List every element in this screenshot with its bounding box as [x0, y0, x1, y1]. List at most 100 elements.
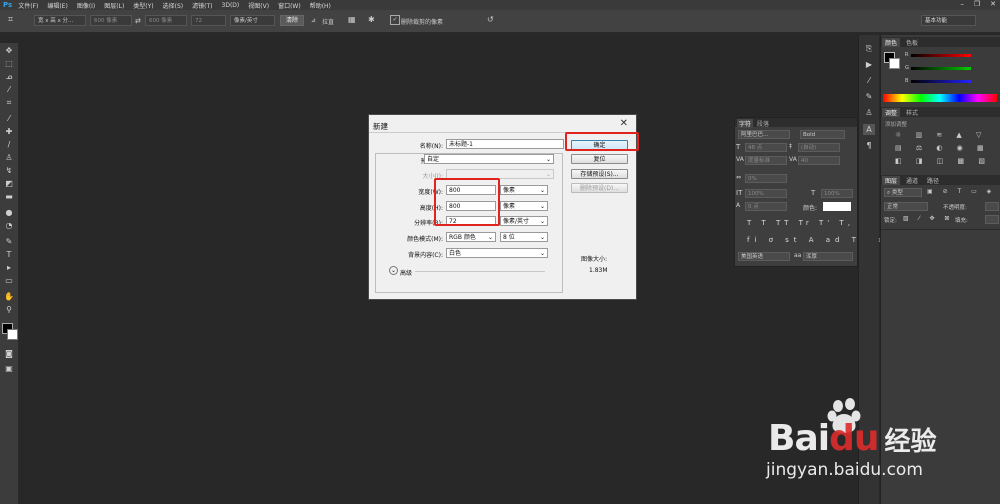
- minimize-button[interactable]: –: [960, 0, 964, 8]
- clone-source-icon[interactable]: ♙: [863, 107, 875, 118]
- close-window-button[interactable]: ✕: [990, 0, 996, 8]
- color-spectrum-ramp[interactable]: [883, 94, 997, 102]
- history-panel-icon[interactable]: ⎘: [863, 43, 875, 54]
- stamp-tool-icon[interactable]: ♙: [3, 152, 15, 163]
- type-tool-icon[interactable]: T: [3, 249, 15, 260]
- red-slider[interactable]: [911, 54, 971, 57]
- crop-height-input[interactable]: 600 像素: [145, 15, 187, 26]
- path-select-tool-icon[interactable]: ▸: [3, 262, 15, 273]
- crop-unit-select[interactable]: 像素/英寸: [230, 15, 275, 26]
- dodge-tool-icon[interactable]: ◔: [3, 220, 15, 231]
- crop-resolution-input[interactable]: 72: [191, 15, 226, 26]
- eraser-tool-icon[interactable]: ◩: [3, 178, 15, 189]
- fill-input[interactable]: [985, 215, 999, 224]
- menu-layer[interactable]: 图层(L): [104, 1, 124, 10]
- opacity-input[interactable]: [985, 202, 999, 211]
- horizontal-scale-input[interactable]: 100%: [821, 189, 853, 198]
- menu-edit[interactable]: 编辑(E): [47, 1, 67, 10]
- menu-help[interactable]: 帮助(H): [310, 1, 331, 10]
- tab-paragraph[interactable]: 段落: [757, 119, 769, 128]
- height-unit-select[interactable]: 像素 ⌄: [500, 201, 548, 211]
- text-color-swatch[interactable]: [823, 202, 851, 211]
- blur-tool-icon[interactable]: ●: [3, 207, 15, 218]
- tab-swatches[interactable]: 色板: [903, 38, 921, 47]
- reset-icon[interactable]: ↺: [487, 15, 494, 24]
- lock-icons[interactable]: ▨ ⁄ ✥ ⊠: [903, 215, 953, 222]
- width-unit-select[interactable]: 像素 ⌄: [500, 185, 548, 195]
- preset-select[interactable]: 自定 ⌄: [424, 154, 554, 164]
- workspace-select[interactable]: 基本功能: [921, 15, 976, 26]
- grid-overlay-icon[interactable]: ▦: [348, 15, 356, 24]
- bit-depth-select[interactable]: 8 位 ⌄: [500, 232, 548, 242]
- green-slider[interactable]: [911, 67, 971, 70]
- clear-button[interactable]: 清除: [280, 15, 304, 26]
- leading-input[interactable]: (自动): [798, 143, 840, 152]
- tab-color[interactable]: 颜色: [882, 38, 901, 47]
- eyedropper-tool-icon[interactable]: ⁄: [3, 113, 15, 124]
- baseline-input[interactable]: 0 点: [745, 202, 787, 211]
- crop-preset-select[interactable]: 宽 x 高 x 分...: [34, 15, 86, 26]
- menu-filter[interactable]: 滤镜(T): [192, 1, 212, 10]
- tab-paths[interactable]: 路径: [924, 176, 942, 185]
- straighten-icon[interactable]: ⊿: [311, 17, 316, 24]
- panel-background-swatch[interactable]: [889, 58, 900, 69]
- menu-image[interactable]: 图像(I): [77, 1, 95, 10]
- tsume-input[interactable]: 0%: [745, 174, 787, 183]
- layer-filter-icons[interactable]: ▣ ⊘ T ▭ ◈: [927, 188, 995, 195]
- brush-tool-icon[interactable]: /: [3, 139, 15, 150]
- move-tool-icon[interactable]: ✥: [3, 45, 15, 56]
- brush-panel-icon[interactable]: ⁄: [863, 75, 875, 86]
- menu-file[interactable]: 文件(F): [18, 1, 38, 10]
- language-select[interactable]: 美国英语: [738, 252, 790, 261]
- save-preset-button[interactable]: 存储预设(S)...: [571, 169, 628, 179]
- resolution-unit-select[interactable]: 像素/英寸 ⌄: [500, 216, 548, 226]
- color-mode-select[interactable]: RGB 颜色 ⌄: [446, 232, 496, 242]
- tab-channels[interactable]: 通道: [903, 176, 921, 185]
- tab-layers[interactable]: 图层: [882, 176, 901, 185]
- font-family-select[interactable]: 阿里巴巴...: [738, 130, 790, 139]
- background-select[interactable]: 白色 ⌄: [446, 248, 548, 258]
- blue-slider[interactable]: [911, 80, 971, 83]
- adjustment-icons-row3[interactable]: ◧ ◨ ◫ ▩ ▧: [895, 157, 991, 165]
- adjustment-icons-row1[interactable]: ☼ ▥ ≋ ▲ ▽: [895, 131, 987, 139]
- layer-kind-select[interactable]: ⌕ 类型: [884, 188, 922, 197]
- tab-styles[interactable]: 样式: [903, 108, 921, 117]
- character-panel-icon[interactable]: A: [863, 124, 875, 135]
- antialias-select[interactable]: 浑厚: [803, 252, 853, 261]
- delete-preset-button[interactable]: 删除预设(D)...: [571, 183, 628, 193]
- hand-tool-icon[interactable]: ✋: [3, 291, 15, 302]
- reset-button[interactable]: 复位: [571, 154, 628, 164]
- paragraph-panel-icon[interactable]: ¶: [863, 140, 875, 151]
- menu-select[interactable]: 选择(S): [163, 1, 184, 10]
- actions-panel-icon[interactable]: ▶: [863, 59, 875, 70]
- menu-type[interactable]: 类型(Y): [133, 1, 153, 10]
- healing-brush-tool-icon[interactable]: ✚: [3, 126, 15, 137]
- gradient-tool-icon[interactable]: ▬: [3, 191, 15, 202]
- crop-tool-icon[interactable]: ⌗: [3, 97, 15, 108]
- delete-cropped-checkbox[interactable]: ✓: [390, 15, 400, 25]
- screen-mode-icon[interactable]: ▣: [3, 363, 15, 374]
- tab-adjustments[interactable]: 调整: [882, 108, 901, 117]
- pen-tool-icon[interactable]: ✎: [3, 236, 15, 247]
- zoom-tool-icon[interactable]: ⚲: [3, 304, 15, 315]
- shape-tool-icon[interactable]: ▭: [3, 275, 15, 286]
- quick-mask-icon[interactable]: ◙: [3, 348, 15, 359]
- swap-icon[interactable]: ⇄: [135, 17, 141, 25]
- name-input[interactable]: 未标题-1: [446, 139, 564, 149]
- lasso-tool-icon[interactable]: ᓄ: [3, 71, 15, 82]
- blend-mode-select[interactable]: 正常: [884, 202, 928, 211]
- quick-select-tool-icon[interactable]: ⁄: [3, 84, 15, 95]
- menu-3d[interactable]: 3D(D): [222, 2, 240, 9]
- adjustment-icons-row2[interactable]: ▤ ⚖ ◐ ◉ ▦: [895, 144, 990, 152]
- crop-tool-icon[interactable]: ⌗: [8, 15, 13, 25]
- menu-window[interactable]: 窗口(W): [278, 1, 301, 10]
- advanced-toggle-icon[interactable]: ⌄: [389, 266, 398, 275]
- background-color-swatch[interactable]: [7, 329, 18, 340]
- history-brush-tool-icon[interactable]: ↯: [3, 165, 15, 176]
- marquee-tool-icon[interactable]: ⬚: [3, 58, 15, 69]
- restore-button[interactable]: ❐: [974, 0, 980, 8]
- brush-presets-icon[interactable]: ✎: [863, 91, 875, 102]
- tracking-input[interactable]: 40: [798, 156, 840, 165]
- crop-width-input[interactable]: 600 像素: [90, 15, 132, 26]
- close-icon[interactable]: ✕: [620, 118, 628, 129]
